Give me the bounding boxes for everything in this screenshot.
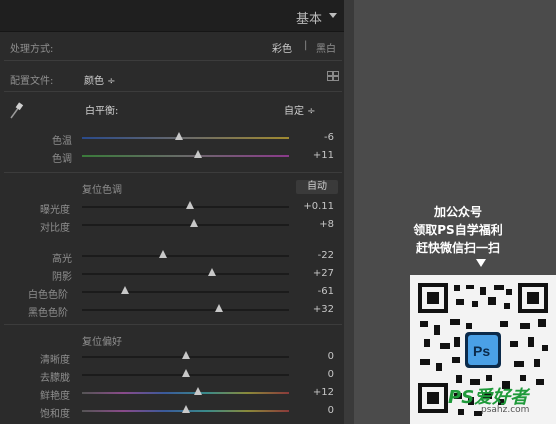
blacks-label: 黑色色阶	[28, 308, 68, 319]
tint-value[interactable]: +11	[313, 150, 334, 161]
whites-value[interactable]: -61	[318, 286, 334, 297]
blacks-thumb[interactable]	[214, 304, 223, 312]
profile-browser-grid-icon[interactable]	[327, 71, 339, 81]
shadows-thumb[interactable]	[208, 268, 217, 276]
wb-label: 白平衡:	[85, 106, 119, 117]
clarity-value[interactable]: 0	[328, 351, 334, 362]
saturation-label: 饱和度	[40, 409, 70, 420]
highlights-label: 高光	[52, 254, 72, 265]
clarity-thumb[interactable]	[181, 351, 190, 359]
whites-thumb[interactable]	[121, 286, 130, 294]
promo-line-3: 赶快微信扫一扫	[415, 241, 500, 255]
dehaze-value[interactable]: 0	[328, 369, 334, 380]
promo-line-1: 加公众号	[433, 205, 482, 219]
contrast-label: 对比度	[40, 223, 70, 234]
treatment-color-option[interactable]: 彩色	[272, 40, 292, 55]
promo-line-2: 领取PS自学福利	[413, 223, 503, 237]
contrast-slider[interactable]	[82, 224, 289, 226]
wb-select[interactable]: 自定 ÷	[284, 102, 316, 117]
panel-scroll-rim[interactable]	[344, 0, 354, 424]
whites-label: 白色色阶	[28, 290, 68, 301]
basic-panel: 基本 处理方式: 彩色 | 黑白 配置文件: 颜色 ÷ 白平衡: 自定 ÷ 色温…	[0, 0, 354, 424]
dehaze-label: 去朦胧	[40, 373, 70, 384]
vibrance-label: 鲜艳度	[40, 391, 70, 402]
treatment-bw-option[interactable]: 黑白	[316, 40, 336, 55]
collapse-triangle-icon[interactable]	[329, 13, 337, 18]
auto-tone-button[interactable]: 自动	[296, 180, 338, 194]
highlights-slider[interactable]	[82, 255, 289, 257]
exposure-value[interactable]: +0.11	[303, 201, 334, 212]
profile-label: 配置文件:	[10, 76, 54, 87]
shadows-slider[interactable]	[82, 273, 289, 275]
clarity-label: 清晰度	[40, 355, 70, 366]
temp-slider[interactable]	[82, 137, 289, 139]
vibrance-thumb[interactable]	[193, 387, 202, 395]
highlights-value[interactable]: -22	[318, 250, 334, 261]
reset-tone-label[interactable]: 复位色调	[82, 181, 122, 196]
saturation-value[interactable]: 0	[328, 405, 334, 416]
treatment-label: 处理方式:	[10, 44, 54, 55]
reset-presence-label[interactable]: 复位偏好	[82, 333, 122, 348]
ps-badge-text: Ps	[473, 343, 490, 359]
dehaze-thumb[interactable]	[181, 369, 190, 377]
panel-title: 基本	[295, 12, 322, 27]
saturation-thumb[interactable]	[181, 405, 190, 413]
divider	[4, 91, 342, 92]
panel-header[interactable]: 基本	[0, 0, 344, 32]
eyedropper-icon[interactable]	[8, 101, 24, 121]
arrow-down-icon	[476, 259, 486, 267]
whites-slider[interactable]	[82, 291, 289, 293]
vibrance-slider[interactable]	[82, 392, 289, 394]
contrast-thumb[interactable]	[189, 219, 198, 227]
exposure-label: 曝光度	[40, 205, 70, 216]
divider	[4, 172, 342, 173]
divider	[4, 324, 342, 325]
blacks-value[interactable]: +32	[313, 304, 334, 315]
contrast-value[interactable]: +8	[319, 219, 334, 230]
temp-thumb[interactable]	[175, 132, 184, 140]
shadows-value[interactable]: +27	[313, 268, 334, 279]
tint-thumb[interactable]	[193, 150, 202, 158]
temp-label: 色温	[52, 136, 72, 147]
treatment-divider: |	[304, 40, 308, 51]
profile-select[interactable]: 颜色 ÷	[84, 72, 116, 87]
temp-value[interactable]: -6	[324, 132, 334, 143]
tint-slider[interactable]	[82, 155, 289, 157]
divider	[4, 60, 342, 61]
vibrance-value[interactable]: +12	[313, 387, 334, 398]
tint-label: 色调	[52, 154, 72, 165]
exposure-thumb[interactable]	[185, 201, 194, 209]
watermark-url: psahz.com	[481, 405, 530, 415]
highlights-thumb[interactable]	[158, 250, 167, 258]
blacks-slider[interactable]	[82, 309, 289, 311]
shadows-label: 阴影	[52, 272, 72, 283]
